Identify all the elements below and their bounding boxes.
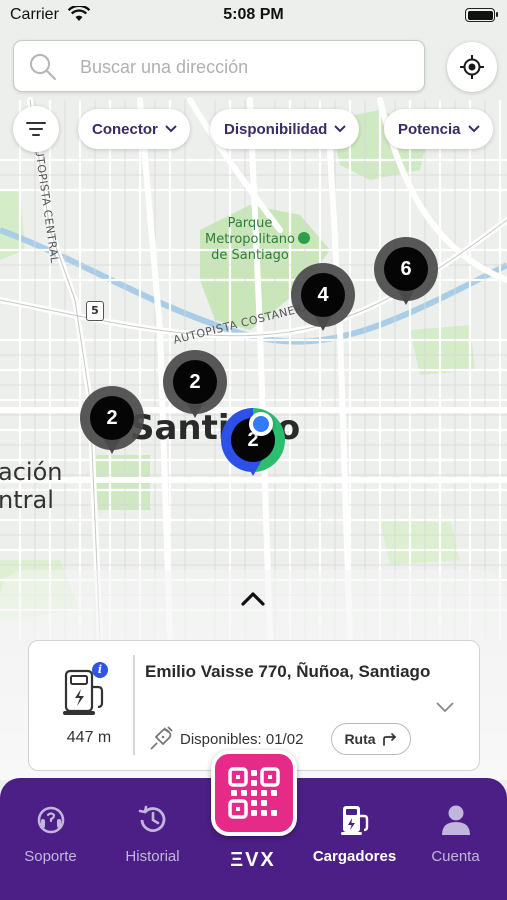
cluster-marker[interactable]: 6 — [374, 237, 438, 315]
address-search-bar[interactable] — [13, 40, 425, 92]
user-location-dot — [249, 412, 273, 436]
search-input[interactable] — [80, 51, 410, 83]
tab-label: Historial — [125, 848, 180, 865]
plug-icon — [150, 726, 173, 750]
filter-chip-potencia[interactable]: Potencia — [384, 109, 493, 149]
cluster-count: 2 — [90, 396, 134, 440]
filter-chip-label: Potencia — [398, 120, 461, 138]
brand-logo: ΞVX — [230, 849, 276, 871]
tab-historial[interactable]: Historial — [102, 802, 203, 865]
cluster-marker[interactable]: 2 — [163, 350, 227, 428]
chevron-up-icon[interactable] — [239, 588, 267, 610]
card-divider — [133, 655, 135, 755]
cluster-marker[interactable]: 2 — [80, 386, 144, 464]
tab-soporte[interactable]: Soporte — [0, 802, 101, 865]
park-label: Parque Metropolitano de Santiago — [190, 216, 310, 264]
tab-label: Cargadores — [312, 848, 397, 865]
charger-icon — [340, 806, 368, 835]
chevron-down-icon — [165, 125, 177, 133]
tab-cuenta[interactable]: Cuenta — [405, 802, 506, 865]
chevron-down-icon — [467, 125, 480, 133]
account-icon — [441, 805, 470, 835]
cluster-count: 2 — [173, 360, 217, 404]
cluster-count: 4 — [301, 273, 345, 317]
turn-arrow-icon — [382, 733, 396, 746]
chevron-down-icon[interactable] — [435, 701, 455, 713]
cluster-count: 6 — [384, 247, 428, 291]
search-icon — [30, 54, 56, 80]
info-icon[interactable]: i — [92, 662, 108, 678]
availability-label: Disponibles: 01/02 — [180, 731, 304, 748]
comuna-label: ación ntral — [0, 458, 63, 514]
clock: 5:08 PM — [223, 6, 284, 23]
support-icon — [37, 806, 64, 834]
route-button-label: Ruta — [344, 731, 376, 747]
tab-label: Cuenta — [431, 848, 480, 865]
chevron-down-icon — [334, 125, 347, 133]
status-bar: Carrier 5:08 PM — [0, 0, 507, 30]
filter-chip-label: Disponibilidad — [224, 120, 328, 138]
route-button[interactable]: Ruta — [331, 723, 411, 755]
cluster-marker[interactable]: 4 — [291, 263, 355, 341]
park-icon — [298, 232, 310, 244]
locate-me-button[interactable] — [447, 42, 497, 92]
crosshair-icon — [460, 55, 484, 79]
tab-label: Soporte — [24, 848, 77, 865]
filter-lines-icon — [26, 122, 46, 136]
route-shield: 5 — [86, 301, 104, 321]
distance-label: 447 m — [66, 729, 112, 746]
tab-cargadores[interactable]: Cargadores — [304, 802, 405, 865]
qr-scan-button[interactable] — [211, 750, 297, 836]
filter-chip-disponibilidad[interactable]: Disponibilidad — [210, 109, 360, 149]
filter-chip-label: Conector — [92, 120, 158, 138]
filter-chip-conector[interactable]: Conector — [78, 109, 190, 149]
qr-code-icon — [228, 767, 280, 819]
battery-icon — [465, 8, 498, 22]
station-address: Emilio Vaisse 770, Ñuñoa, Santiago — [145, 662, 431, 681]
history-icon — [138, 805, 165, 832]
filter-button[interactable] — [13, 106, 59, 152]
